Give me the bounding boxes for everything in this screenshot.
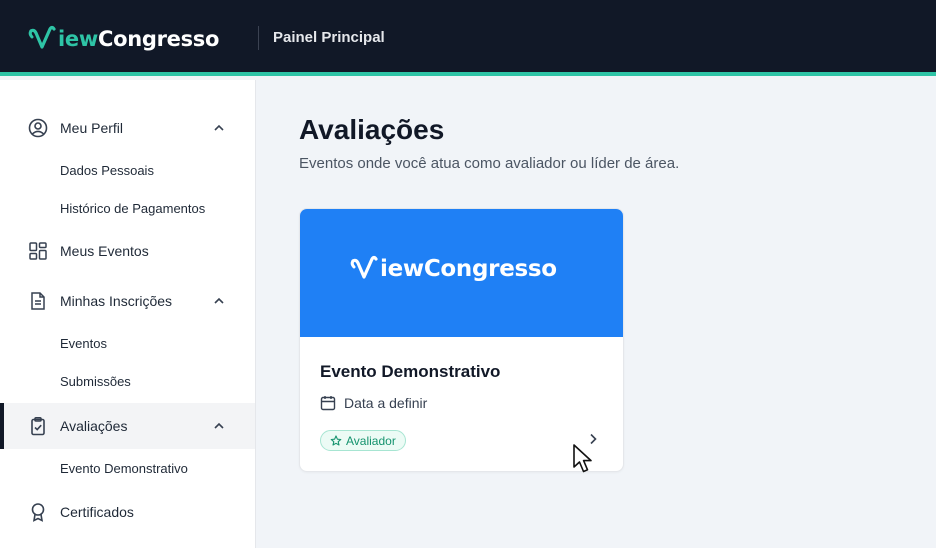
sidebar-subitem-evento-demonstrativo[interactable]: Evento Demonstrativo [60,461,188,476]
page-header-title: Painel Principal [273,29,385,46]
clipboard-check-icon [28,416,48,436]
sidebar-item-label: Avaliações [60,418,128,434]
sidebar-item-minhas-inscricoes[interactable]: Minhas Inscrições [0,278,255,324]
logo-text: iewCongresso [58,27,220,51]
award-icon [28,502,48,522]
chevron-up-icon[interactable] [212,121,226,135]
logo-text: iewCongresso [380,256,557,282]
mouse-cursor-icon [573,444,592,473]
header-divider [258,26,259,50]
page-subtitle: Eventos onde você atua como avaliador ou… [299,155,680,172]
sidebar-item-label: Certificados [60,504,134,520]
event-card-date: Data a definir [320,395,427,411]
event-card[interactable]: iewCongresso Evento Demonstrativo Data a… [299,208,624,472]
sidebar-item-certificados[interactable]: Certificados [0,489,255,535]
role-badge: Avaliador [320,430,406,451]
grid-icon [28,241,48,261]
chevron-up-icon[interactable] [212,419,226,433]
event-card-date-text: Data a definir [344,395,428,411]
sidebar: Meu Perfil Dados Pessoais Histórico de P… [0,80,256,548]
role-badge-label: Avaliador [346,433,396,448]
document-icon [28,291,48,311]
sidebar-subitem-eventos[interactable]: Eventos [60,336,107,351]
calendar-icon [320,395,336,411]
logo-v-mark-icon [350,255,378,279]
sidebar-item-meu-perfil[interactable]: Meu Perfil [0,105,255,151]
user-circle-icon [28,118,48,138]
sidebar-subitem-dados-pessoais[interactable]: Dados Pessoais [60,163,154,178]
sidebar-subitem-historico-pagamentos[interactable]: Histórico de Pagamentos [60,201,205,216]
event-card-logo: iewCongresso [350,255,557,283]
sidebar-item-label: Meus Eventos [60,243,149,259]
sidebar-item-label: Meu Perfil [60,120,124,136]
page-title: Avaliações [299,114,445,145]
top-bar: iewCongresso Painel Principal [0,0,936,76]
event-card-banner: iewCongresso [300,209,623,337]
sidebar-item-label: Minhas Inscrições [60,293,173,309]
event-card-title: Evento Demonstrativo [320,362,501,381]
sidebar-item-avaliacoes[interactable]: Avaliações [0,403,255,449]
logo-v-mark-icon [28,25,56,49]
chevron-up-icon[interactable] [212,294,226,308]
app-logo[interactable]: iewCongresso [28,22,219,56]
star-icon [330,434,342,447]
sidebar-subitem-submissoes[interactable]: Submissões [60,374,131,389]
sidebar-item-meus-eventos[interactable]: Meus Eventos [0,228,255,274]
